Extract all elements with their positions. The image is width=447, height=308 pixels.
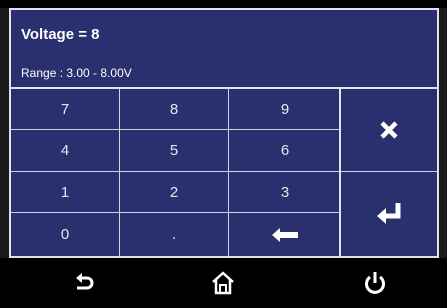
back-button[interactable] bbox=[68, 268, 98, 298]
power-button[interactable] bbox=[360, 268, 390, 298]
clear-button[interactable] bbox=[341, 89, 437, 172]
numeric-entry-panel: Voltage = 8 Range : 3.00 - 8.00V 7894561… bbox=[9, 8, 439, 258]
enter-icon bbox=[377, 203, 401, 224]
close-icon bbox=[380, 121, 398, 139]
power-icon bbox=[365, 272, 385, 294]
enter-button[interactable] bbox=[341, 172, 437, 256]
range-label: Range : 3.00 - 8.00V bbox=[21, 66, 132, 80]
undo-arrow-icon bbox=[76, 273, 94, 290]
entry-header: Voltage = 8 Range : 3.00 - 8.00V bbox=[11, 10, 437, 89]
home-button[interactable] bbox=[208, 268, 238, 298]
value-title: Voltage = 8 bbox=[21, 26, 100, 43]
home-icon bbox=[212, 271, 234, 295]
top-bar bbox=[0, 0, 447, 8]
bottom-nav-bar bbox=[0, 258, 447, 308]
